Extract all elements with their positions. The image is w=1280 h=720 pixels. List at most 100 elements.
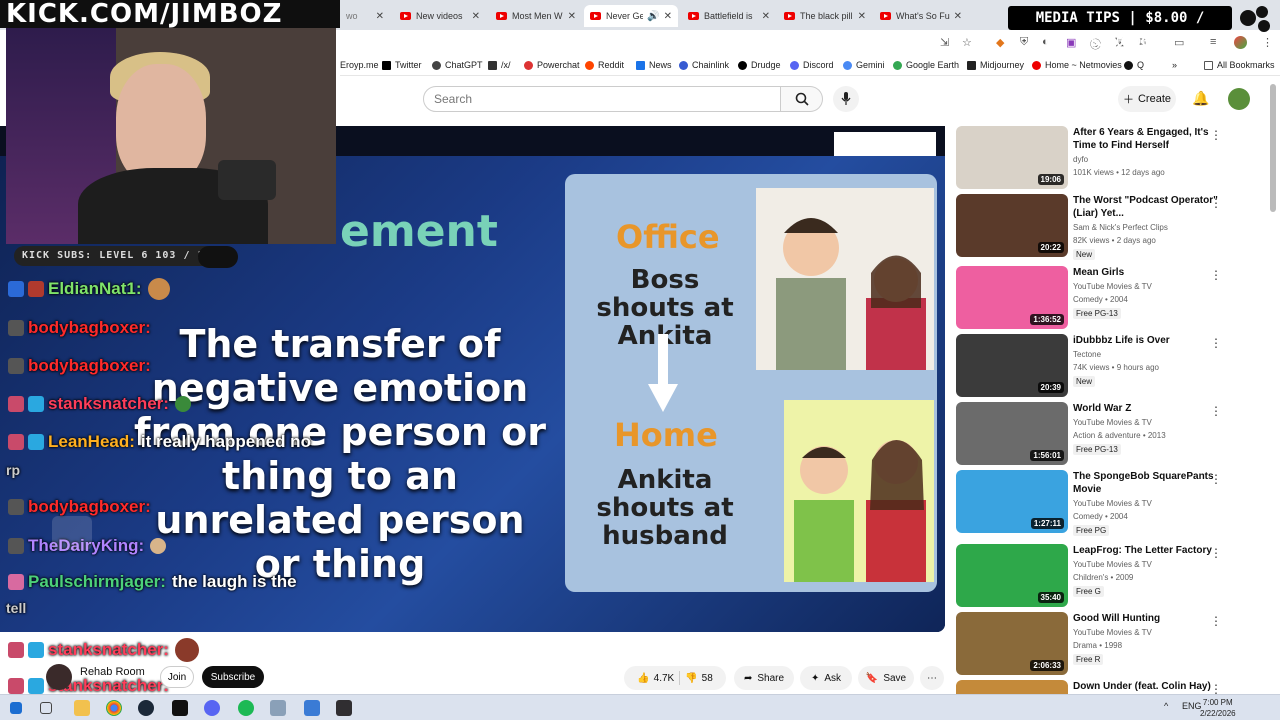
video-title[interactable]: LeapFrog: The Letter Factory [1073, 544, 1221, 557]
clock[interactable]: 7:00 PM 2/22/2026 [1200, 697, 1236, 719]
chrome-icon[interactable] [106, 700, 122, 716]
bookmark-item[interactable]: Q [1124, 60, 1144, 70]
video-title[interactable]: After 6 Years & Engaged, It's Time to Fi… [1073, 126, 1221, 152]
channel-name[interactable]: YouTube Movies & TV [1073, 559, 1152, 570]
bookmark-item[interactable]: Midjourney [967, 60, 1024, 70]
video-title[interactable]: World War Z [1073, 402, 1221, 415]
join-button[interactable]: Join [160, 666, 194, 688]
spotify-icon[interactable] [238, 700, 254, 716]
more-options-icon[interactable]: ⋮ [1210, 472, 1222, 486]
bookmark-item[interactable]: News [636, 60, 672, 70]
bookmark-item[interactable]: Google Earth [893, 60, 959, 70]
video-thumbnail[interactable]: 20:22 [956, 194, 1068, 257]
channel-name[interactable]: Rehab Room [80, 666, 145, 678]
voice-search-button[interactable] [833, 86, 859, 112]
more-options-icon[interactable]: ⋮ [1210, 128, 1222, 142]
menu-icon[interactable]: ⋮ [1262, 36, 1273, 49]
subscribe-button[interactable]: Subscribe [202, 666, 264, 688]
more-options-icon[interactable]: ⋮ [1210, 614, 1222, 628]
video-thumbnail[interactable]: 2:06:33 [956, 612, 1068, 675]
close-icon[interactable]: ✕ [472, 11, 480, 22]
channel-name[interactable]: YouTube Movies & TV [1073, 498, 1152, 509]
bookmark-item[interactable]: Eroyp.me [340, 60, 379, 70]
video-title[interactable]: Good Will Hunting [1073, 612, 1221, 625]
search-input[interactable]: Search [423, 86, 781, 112]
channel-name[interactable]: dyfo [1073, 154, 1088, 165]
tab-never-ge-active[interactable]: Never Ge 🔊 ✕ [584, 5, 678, 27]
profile-icon[interactable] [1234, 36, 1247, 49]
extension-icon[interactable]: ◐ [1042, 36, 1049, 48]
bookmark-item[interactable]: Discord [790, 60, 834, 70]
bookmark-item[interactable]: Gemini [843, 60, 885, 70]
channel-name[interactable]: YouTube Movies & TV [1073, 417, 1152, 428]
share-button[interactable]: ➦ Share [734, 666, 794, 690]
video-thumbnail[interactable]: 20:39 [956, 334, 1068, 397]
speaker-icon[interactable]: 🔊 [647, 11, 659, 22]
tray-chevron-icon[interactable]: ^ [1164, 701, 1168, 711]
recommended-video[interactable]: 20:39 iDubbbz Life is Over Tectone 74K view… [956, 334, 1256, 398]
channel-name[interactable]: YouTube Movies & TV [1073, 281, 1152, 292]
recommended-video[interactable]: 1:27:11 The SpongeBob SquarePants Movie Yo… [956, 470, 1256, 536]
video-thumbnail[interactable]: 35:40 [956, 544, 1068, 607]
recommended-video[interactable]: 20:22 The Worst "Podcast Operator" (Liar)… [956, 194, 1256, 260]
recommended-video[interactable]: 2:06:33 Good Will Hunting YouTube Movies &… [956, 612, 1256, 676]
steam-icon[interactable] [138, 700, 154, 716]
recommended-video[interactable]: 35:40 LeapFrog: The Letter Factory YouTube… [956, 544, 1256, 608]
more-options-icon[interactable]: ⋮ [1210, 196, 1222, 210]
more-actions-button[interactable]: ⋯ [920, 666, 944, 690]
shield-icon[interactable]: ⛨ [1020, 36, 1028, 49]
scrollbar[interactable] [1270, 84, 1276, 212]
create-button[interactable]: ＋ Create [1118, 86, 1176, 112]
more-options-icon[interactable]: ⋮ [1210, 404, 1222, 418]
avatar[interactable] [1228, 88, 1250, 110]
video-title[interactable]: Mean Girls [1073, 266, 1221, 279]
channel-name[interactable]: YouTube Movies & TV [1073, 627, 1152, 638]
close-icon[interactable]: ✕ [954, 11, 962, 22]
video-thumbnail[interactable]: 1:27:11 [956, 470, 1068, 533]
cast-icon[interactable]: ▭ [1174, 36, 1184, 49]
more-options-icon[interactable]: ⋮ [1210, 546, 1222, 560]
video-title[interactable]: iDubbbz Life is Over [1073, 334, 1221, 347]
tab-whats-so-fu[interactable]: What's So Fu ✕ [874, 5, 968, 27]
bookmark-item[interactable]: /x/ [488, 60, 511, 70]
channel-name[interactable]: Sam & Nick's Perfect Clips [1073, 222, 1168, 233]
close-icon[interactable]: ✕ [664, 11, 672, 22]
bookmarks-overflow-icon[interactable]: » [1172, 60, 1177, 70]
bookmark-item[interactable]: Reddit [585, 60, 624, 70]
close-icon[interactable]: ✕ [762, 11, 770, 22]
like-button[interactable]: 👍 4.7K [637, 673, 674, 684]
bookmark-item[interactable]: Chainlink [679, 60, 729, 70]
task-view-icon[interactable] [40, 702, 52, 714]
language-indicator[interactable]: ENG [1182, 701, 1202, 711]
reading-list-icon[interactable]: ≡ [1210, 36, 1216, 48]
close-icon[interactable]: ✕ [568, 11, 576, 22]
tab-black-pill[interactable]: The black pill ✕ [778, 5, 872, 27]
video-title[interactable]: The SpongeBob SquarePants Movie [1073, 470, 1221, 496]
bookmark-item[interactable]: Twitter [382, 60, 422, 70]
tab-battlefield[interactable]: Battlefield is ✕ [682, 5, 776, 27]
recommended-video[interactable]: 1:36:52 Mean Girls YouTube Movies & TV Come… [956, 266, 1256, 330]
bookmark-item[interactable]: ChatGPT [432, 60, 483, 70]
file-explorer-icon[interactable] [74, 700, 90, 716]
tab-most-men[interactable]: Most Men W ✕ [490, 5, 582, 27]
obs-icon[interactable] [336, 700, 352, 716]
dislike-button[interactable]: 👎 58 [685, 673, 713, 684]
video-thumbnail[interactable]: 1:36:52 [956, 266, 1068, 329]
install-icon[interactable]: ⇲ [940, 36, 949, 49]
ask-button[interactable]: ✦ Ask [800, 666, 852, 690]
video-thumbnail[interactable]: 1:56:01 [956, 402, 1068, 465]
channel-name[interactable]: Tectone [1073, 349, 1101, 360]
star-icon[interactable]: ☆ [962, 36, 972, 49]
more-options-icon[interactable]: ⋮ [1210, 268, 1222, 282]
windows-start-icon[interactable] [10, 702, 22, 714]
save-button[interactable]: 🔖 Save [858, 666, 914, 690]
tab-new-videos[interactable]: New videos ✕ [394, 5, 486, 27]
search-button[interactable] [781, 86, 823, 112]
recommended-video[interactable]: 1:56:01 World War Z YouTube Movies & TV Act… [956, 402, 1256, 466]
tab-partial[interactable]: wo ✕ [340, 5, 390, 27]
more-options-icon[interactable]: ⋮ [1210, 336, 1222, 350]
discord-icon[interactable] [204, 700, 220, 716]
close-icon[interactable]: ✕ [858, 11, 866, 22]
extension-icon-2[interactable]: ▣ [1066, 36, 1076, 49]
terminal-icon[interactable] [172, 700, 188, 716]
